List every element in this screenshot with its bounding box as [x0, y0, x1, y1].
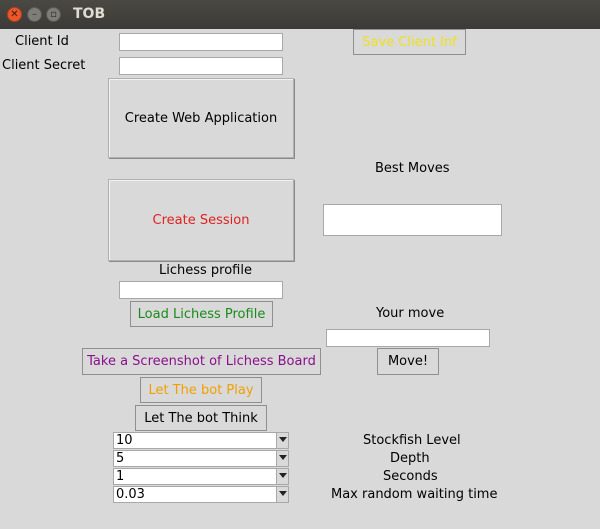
maximize-window-button[interactable]: ▫	[46, 7, 61, 22]
your-move-input[interactable]	[326, 329, 490, 347]
client-secret-input[interactable]	[119, 57, 283, 75]
chevron-down-icon[interactable]	[276, 487, 288, 502]
save-client-info-button[interactable]: Save Client Inf	[353, 29, 466, 55]
max-wait-label: Max random waiting time	[331, 487, 498, 502]
your-move-label: Your move	[376, 306, 445, 321]
minimize-window-button[interactable]: –	[27, 7, 42, 22]
stockfish-level-label: Stockfish Level	[363, 433, 461, 448]
lichess-profile-label: Lichess profile	[159, 263, 252, 278]
client-id-label: Client Id	[15, 34, 69, 49]
let-bot-think-button[interactable]: Let The bot Think	[135, 405, 267, 431]
maximize-icon: ▫	[50, 8, 57, 20]
depth-value: 5	[116, 451, 125, 466]
chevron-down-icon[interactable]	[276, 451, 288, 466]
depth-label: Depth	[390, 451, 430, 466]
take-screenshot-button[interactable]: Take a Screenshot of Lichess Board	[82, 348, 321, 375]
depth-select[interactable]: 5	[113, 450, 289, 467]
let-bot-play-button[interactable]: Let The bot Play	[140, 377, 262, 403]
best-moves-label: Best Moves	[375, 161, 450, 176]
create-web-application-button[interactable]: Create Web Application	[108, 78, 294, 158]
seconds-label: Seconds	[383, 469, 438, 484]
client-id-input[interactable]	[119, 33, 283, 51]
create-session-button[interactable]: Create Session	[108, 179, 294, 261]
minimize-icon: –	[32, 8, 37, 20]
client-secret-label: Client Secret	[2, 58, 86, 73]
seconds-select[interactable]: 1	[113, 468, 289, 485]
stockfish-level-select[interactable]: 10	[113, 432, 289, 449]
seconds-value: 1	[116, 469, 125, 484]
best-moves-box	[323, 204, 502, 236]
close-icon: ✕	[10, 8, 19, 20]
load-lichess-profile-button[interactable]: Load Lichess Profile	[130, 301, 273, 327]
move-button[interactable]: Move!	[377, 348, 439, 375]
lichess-profile-input[interactable]	[119, 281, 283, 299]
window-title: TOB	[73, 6, 106, 22]
max-wait-value: 0.03	[116, 487, 145, 502]
stockfish-level-value: 10	[116, 433, 133, 448]
chevron-down-icon[interactable]	[276, 469, 288, 484]
close-window-button[interactable]: ✕	[7, 7, 22, 22]
max-wait-select[interactable]: 0.03	[113, 486, 289, 503]
chevron-down-icon[interactable]	[276, 433, 288, 448]
